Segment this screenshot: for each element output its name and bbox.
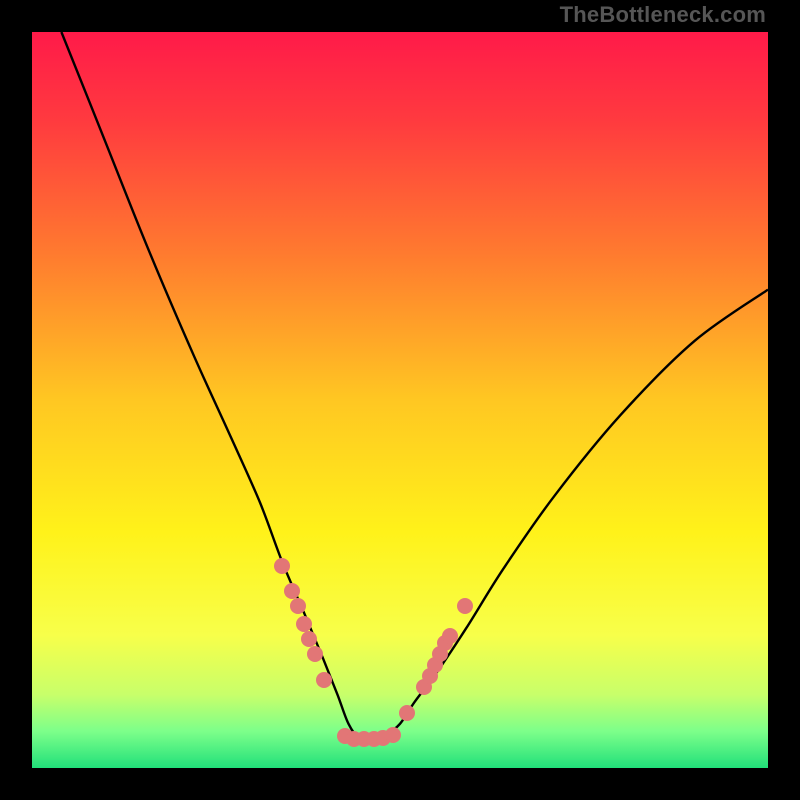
data-marker bbox=[457, 598, 473, 614]
data-marker bbox=[442, 628, 458, 644]
data-marker bbox=[296, 616, 312, 632]
chart-frame: TheBottleneck.com bbox=[0, 0, 800, 800]
data-marker bbox=[301, 631, 317, 647]
plot-area bbox=[32, 32, 768, 768]
watermark-text: TheBottleneck.com bbox=[560, 2, 766, 28]
data-markers-layer bbox=[32, 32, 768, 768]
data-marker bbox=[284, 583, 300, 599]
data-marker bbox=[307, 646, 323, 662]
data-marker bbox=[385, 727, 401, 743]
data-marker bbox=[399, 705, 415, 721]
data-marker bbox=[290, 598, 306, 614]
data-marker bbox=[274, 558, 290, 574]
data-marker bbox=[316, 672, 332, 688]
